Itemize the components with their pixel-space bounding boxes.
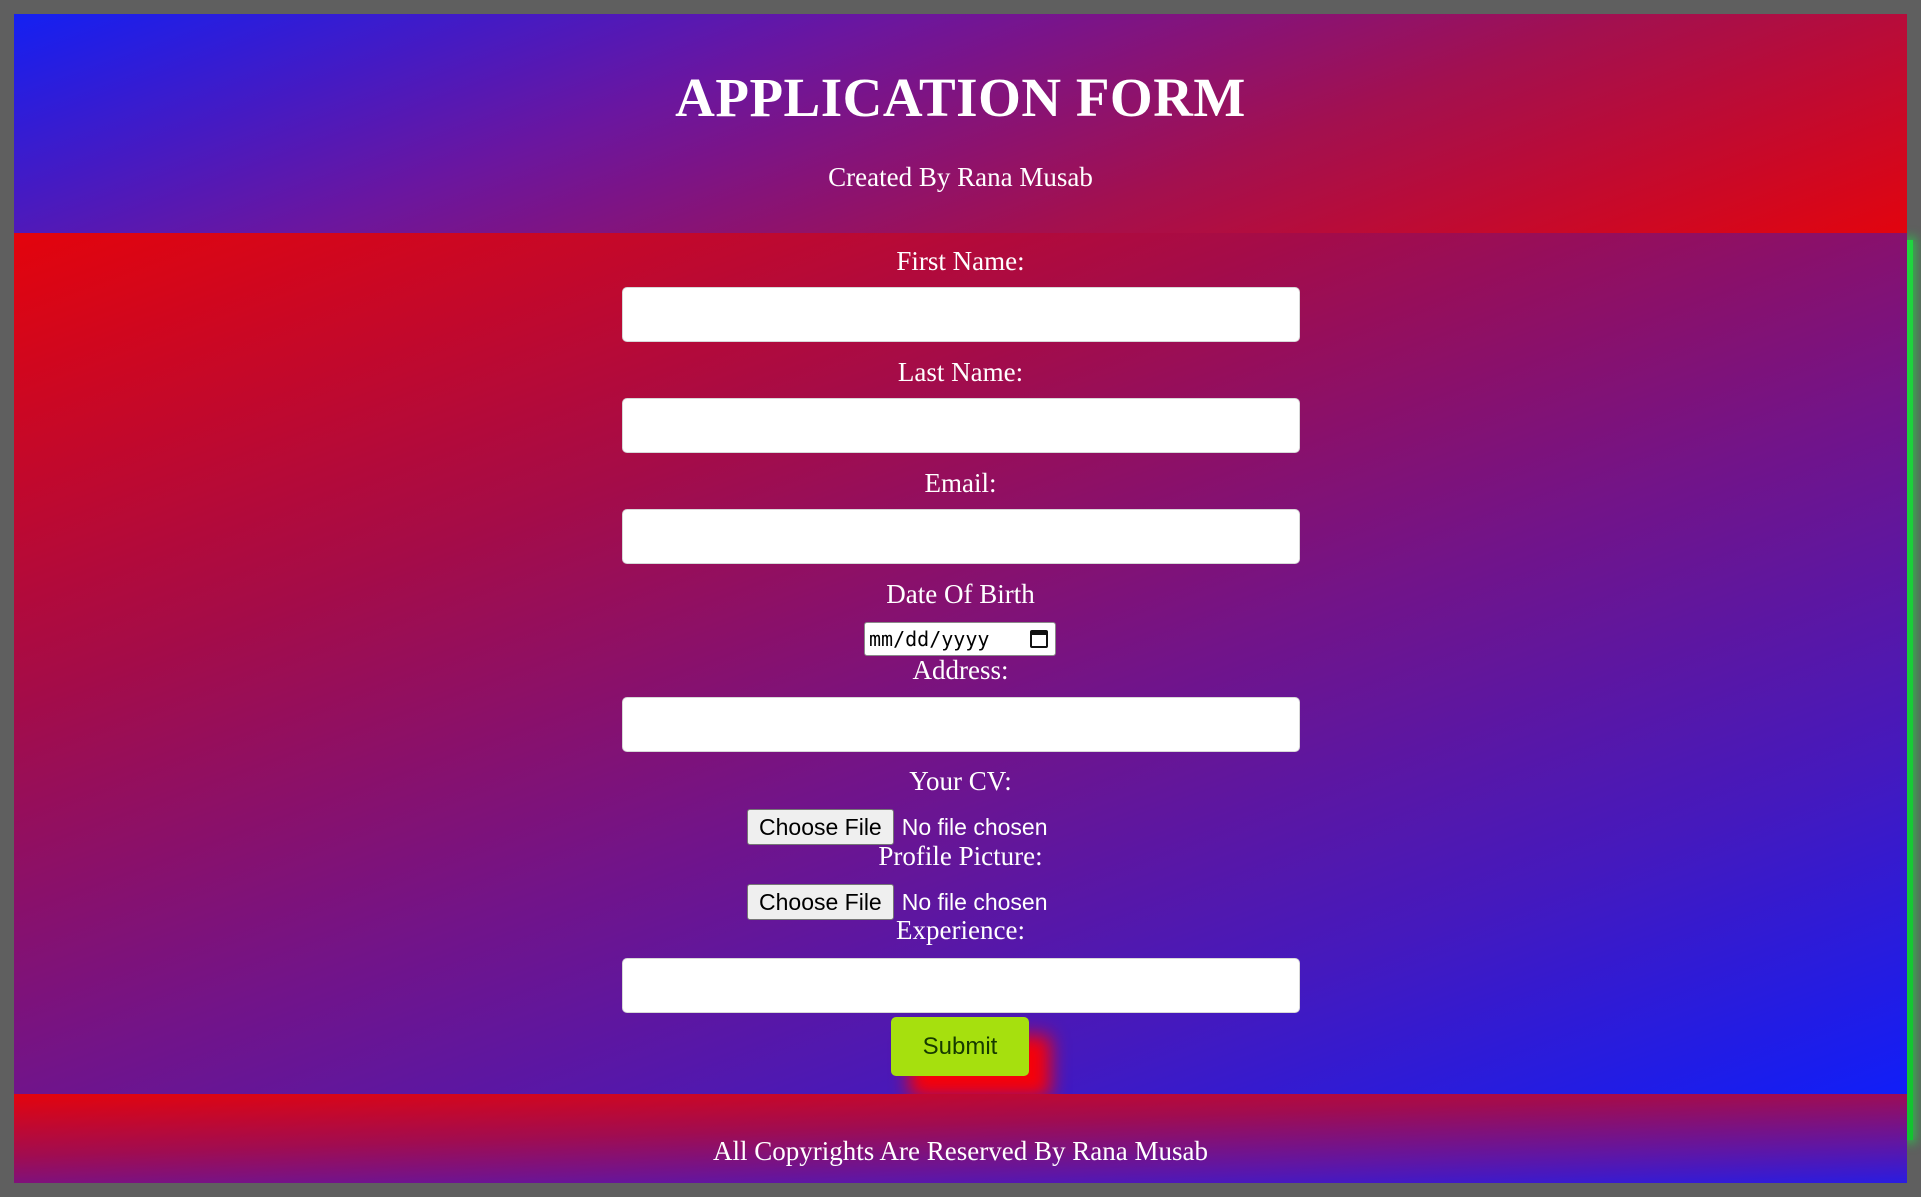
email-input[interactable] [622, 509, 1300, 564]
cv-file-input[interactable]: Choose File No file chosen [747, 809, 1047, 845]
address-input[interactable] [622, 697, 1300, 752]
dob-label: Date Of Birth [886, 579, 1035, 609]
copyright-text: All Copyrights Are Reserved By Rana Musa… [713, 1136, 1208, 1166]
calendar-icon[interactable] [1030, 630, 1048, 648]
cv-choose-file-button[interactable]: Choose File [747, 809, 894, 845]
page-footer: All Copyrights Are Reserved By Rana Musa… [14, 1094, 1907, 1183]
submit-button[interactable]: Submit [891, 1017, 1029, 1076]
experience-input[interactable] [622, 958, 1300, 1013]
profile-picture-file-status: No file chosen [901, 888, 1048, 915]
experience-label: Experience: [896, 915, 1025, 945]
dob-placeholder: mm/dd/yyyy [869, 627, 990, 651]
address-label: Address: [912, 655, 1009, 685]
page-subtitle: Created By Rana Musab [828, 162, 1093, 192]
cv-file-status: No file chosen [901, 813, 1048, 840]
right-edge-glow [1907, 240, 1913, 1140]
cv-label: Your CV: [909, 766, 1012, 796]
last-name-label: Last Name: [897, 357, 1024, 387]
first-name-input[interactable] [622, 287, 1300, 342]
profile-picture-label: Profile Picture: [878, 841, 1043, 871]
application-form: First Name: Last Name: Email: Date Of Bi… [14, 233, 1907, 1094]
page-title: APPLICATION FORM [675, 67, 1246, 128]
page-header: APPLICATION FORM Created By Rana Musab [14, 14, 1907, 233]
email-label: Email: [924, 468, 997, 498]
last-name-input[interactable] [622, 398, 1300, 453]
first-name-label: First Name: [896, 246, 1025, 276]
page-frame: APPLICATION FORM Created By Rana Musab F… [14, 14, 1907, 1183]
dob-input[interactable]: mm/dd/yyyy [864, 622, 1056, 656]
